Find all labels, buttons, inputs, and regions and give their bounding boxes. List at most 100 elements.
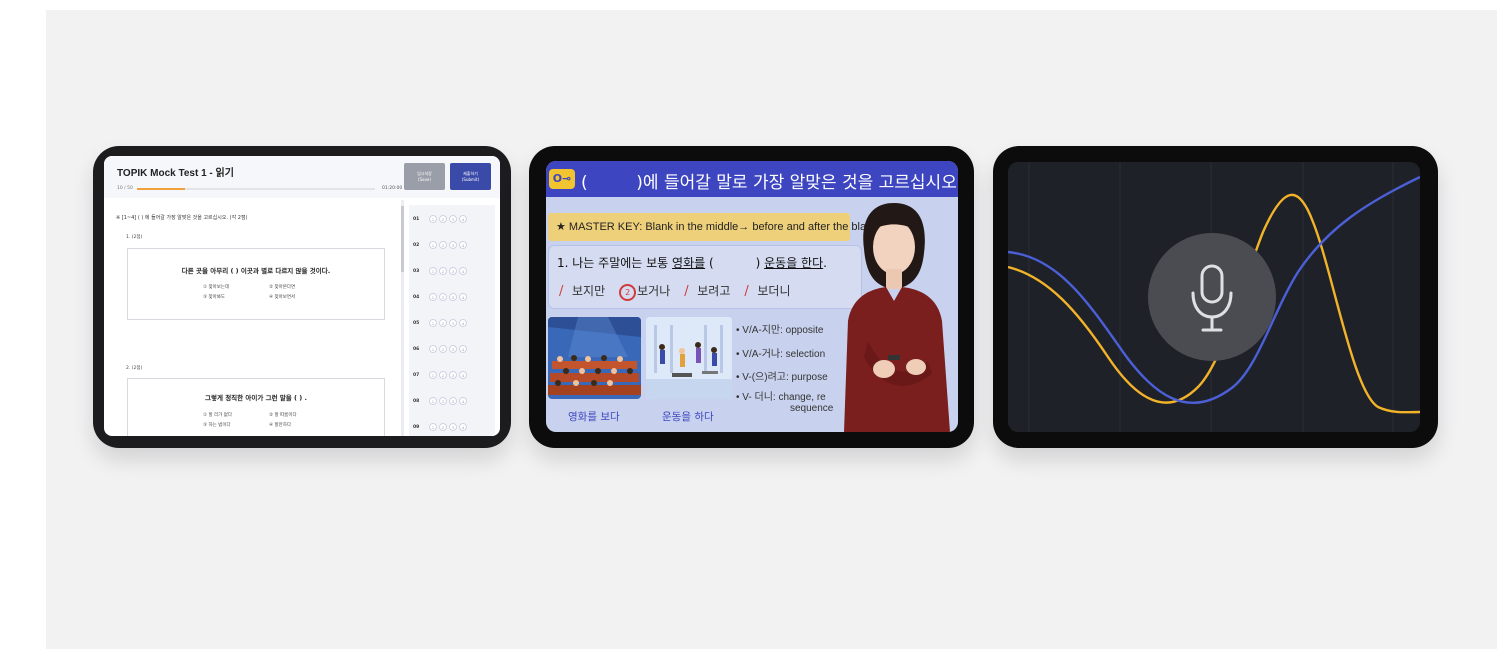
save-label-en: (Save) bbox=[418, 176, 431, 182]
voice-screen bbox=[1008, 162, 1420, 432]
answer-row: 02 1 2 3 4 bbox=[413, 239, 469, 251]
answer-sheet: 01 1 2 3 4 02 1 2 3 4 03 1 2 3 4 04 1 2 3 4 05 1 2 3 4 06 1 2 3 4 07 1 2… bbox=[409, 205, 495, 436]
answer-choice-bubble[interactable]: 4 bbox=[459, 267, 467, 275]
answer-choice-bubble[interactable]: 1 bbox=[429, 345, 437, 353]
answer-choice-bubble[interactable]: 2 bbox=[439, 215, 447, 223]
sentence-prefix: 1. 나는 주말에는 보통 bbox=[557, 256, 673, 270]
question-card: 다른 곳을 아무리 ( ) 이곳과 별로 다르지 않을 것이다. ① 찾아보는데… bbox=[127, 248, 385, 320]
grammar-note: • V-(으)려고: purpose bbox=[736, 372, 828, 383]
answer-choice-bubble[interactable]: 3 bbox=[449, 397, 457, 405]
answer-choice-bubble[interactable]: 2 bbox=[439, 241, 447, 249]
example-panel: 1. 나는 주말에는 보통 영화를 ( ) 운동을 한다. / 보지만 2 보거나 … bbox=[548, 245, 862, 309]
answer-option[interactable]: ③ 하는 법이다 bbox=[203, 422, 231, 428]
answer-row-number: 05 bbox=[413, 320, 420, 326]
answer-choice-bubble[interactable]: 1 bbox=[429, 241, 437, 249]
option-text: 보지만 bbox=[572, 284, 606, 298]
answer-row: 07 1 2 3 4 bbox=[413, 369, 469, 381]
caption-cinema: 영화를 보다 bbox=[568, 411, 620, 423]
answer-choice-bubble[interactable]: 1 bbox=[429, 293, 437, 301]
answer-row-number: 04 bbox=[413, 294, 420, 300]
option-1: / 보지만 bbox=[559, 282, 605, 301]
progress-counter: 10 / 50 bbox=[117, 186, 133, 191]
strike-mark-icon: / bbox=[684, 284, 689, 299]
grammar-note: • V/A-거나: selection bbox=[736, 349, 826, 360]
answer-option[interactable]: ③ 찾아봐도 bbox=[203, 294, 225, 300]
answer-choice-bubble[interactable]: 3 bbox=[449, 319, 457, 327]
option-text: 보려고 bbox=[697, 284, 731, 298]
answer-choice-bubble[interactable]: 3 bbox=[449, 293, 457, 301]
sentence-word1: 영화를 bbox=[672, 256, 706, 270]
answer-choice-bubble[interactable]: 2 bbox=[439, 319, 447, 327]
answer-choice-bubble[interactable]: 2 bbox=[439, 397, 447, 405]
answer-choice-bubble[interactable]: 4 bbox=[459, 241, 467, 249]
answer-option[interactable]: ④ 찾아보면서 bbox=[269, 294, 295, 300]
answer-choice-bubble[interactable]: 1 bbox=[429, 319, 437, 327]
tablet-video-lesson: O⊸ ( )에 들어갈 말로 가장 알맞은 것을 고르십시오. ★ MASTER… bbox=[529, 146, 974, 448]
answer-choice-bubble[interactable]: 3 bbox=[449, 371, 457, 379]
answer-row: 04 1 2 3 4 bbox=[413, 291, 469, 303]
answer-row-number: 02 bbox=[413, 242, 420, 248]
answer-choice-bubble[interactable]: 4 bbox=[459, 293, 467, 301]
save-button[interactable]: 임시저장 (Save) bbox=[404, 163, 445, 190]
answer-choice-bubble[interactable]: 3 bbox=[449, 241, 457, 249]
option-text: 보거나 bbox=[637, 284, 671, 298]
answer-choice-bubble[interactable]: 1 bbox=[429, 267, 437, 275]
answer-row-number: 08 bbox=[413, 398, 420, 404]
answer-choice-bubble[interactable]: 1 bbox=[429, 215, 437, 223]
progress-bar-fill bbox=[137, 188, 185, 190]
answer-choice-bubble[interactable]: 2 bbox=[439, 345, 447, 353]
strike-mark-icon: / bbox=[559, 284, 564, 299]
answer-row: 05 1 2 3 4 bbox=[413, 317, 469, 329]
option-4: / 보더니 bbox=[744, 282, 790, 301]
answer-choice-bubble[interactable]: 3 bbox=[449, 215, 457, 223]
answer-choice-bubble[interactable]: 1 bbox=[429, 423, 437, 431]
question-sentence: 그렇게 정직한 아이가 그런 말을 ( ) . bbox=[205, 394, 307, 402]
tablet-voice-recorder bbox=[993, 146, 1438, 448]
question-area: ※ [1~4] ( ) 에 들어갈 가장 알맞은 것을 고르십시오. (각 2점… bbox=[104, 200, 404, 436]
video-screen[interactable]: O⊸ ( )에 들어갈 말로 가장 알맞은 것을 고르십시오. ★ MASTER… bbox=[546, 161, 958, 432]
answer-choice-bubble[interactable]: 4 bbox=[459, 423, 467, 431]
answer-choice-bubble[interactable]: 4 bbox=[459, 345, 467, 353]
scrollbar-thumb[interactable] bbox=[401, 206, 404, 272]
option-2: 2 보거나 bbox=[619, 282, 670, 301]
answer-row-number: 01 bbox=[413, 216, 420, 222]
answer-choice-bubble[interactable]: 2 bbox=[439, 293, 447, 301]
submit-button[interactable]: 제출하기 (Submit) bbox=[450, 163, 491, 190]
answer-row: 06 1 2 3 4 bbox=[413, 343, 469, 355]
answer-choice-bubble[interactable]: 2 bbox=[439, 371, 447, 379]
answer-choice-bubble[interactable]: 3 bbox=[449, 423, 457, 431]
answer-row-number: 09 bbox=[413, 424, 420, 430]
tablet-mock-test: TOPIK Mock Test 1 - 읽기 10 / 50 01:20:00 … bbox=[93, 146, 511, 448]
question-number: 1. (2점) bbox=[126, 235, 143, 240]
example-options: / 보지만 2 보거나 / 보려고 / 보더니 bbox=[559, 282, 791, 301]
answer-choice-bubble[interactable]: 3 bbox=[449, 267, 457, 275]
answer-choice-bubble[interactable]: 4 bbox=[459, 397, 467, 405]
microphone-button[interactable] bbox=[1148, 233, 1276, 361]
answer-choice-bubble[interactable]: 2 bbox=[439, 423, 447, 431]
answer-choice-bubble[interactable]: 1 bbox=[429, 371, 437, 379]
answer-option[interactable]: ④ 할만하다 bbox=[269, 422, 291, 428]
grammar-note: • V/A-지만: opposite bbox=[736, 325, 824, 336]
answer-option[interactable]: ② 할 따름이다 bbox=[269, 412, 297, 418]
gym-illustration bbox=[646, 317, 732, 399]
question-number: 2. (2점) bbox=[126, 366, 143, 371]
option-3: / 보려고 bbox=[684, 282, 730, 301]
answer-choice-bubble[interactable]: 2 bbox=[439, 267, 447, 275]
answer-option[interactable]: ① 찾아보는데 bbox=[203, 284, 229, 290]
answer-choice-bubble[interactable]: 1 bbox=[429, 397, 437, 405]
answer-choice-bubble[interactable]: 3 bbox=[449, 345, 457, 353]
answer-choice-bubble[interactable]: 4 bbox=[459, 319, 467, 327]
key-icon: O⊸ bbox=[549, 169, 575, 189]
answer-option[interactable]: ① 할 리가 없다 bbox=[203, 412, 232, 418]
answer-row-number: 03 bbox=[413, 268, 420, 274]
answer-row: 03 1 2 3 4 bbox=[413, 265, 469, 277]
answer-choice-bubble[interactable]: 4 bbox=[459, 371, 467, 379]
sentence-blank: ( ) bbox=[705, 256, 765, 270]
answer-row: 08 1 2 3 4 bbox=[413, 395, 469, 407]
answer-choice-bubble[interactable]: 4 bbox=[459, 215, 467, 223]
microphone-icon bbox=[1191, 264, 1233, 332]
answer-row-number: 07 bbox=[413, 372, 420, 378]
cinema-illustration bbox=[548, 317, 641, 399]
question-scrollbar[interactable] bbox=[401, 200, 404, 436]
answer-option[interactable]: ② 찾아본다면 bbox=[269, 284, 295, 290]
